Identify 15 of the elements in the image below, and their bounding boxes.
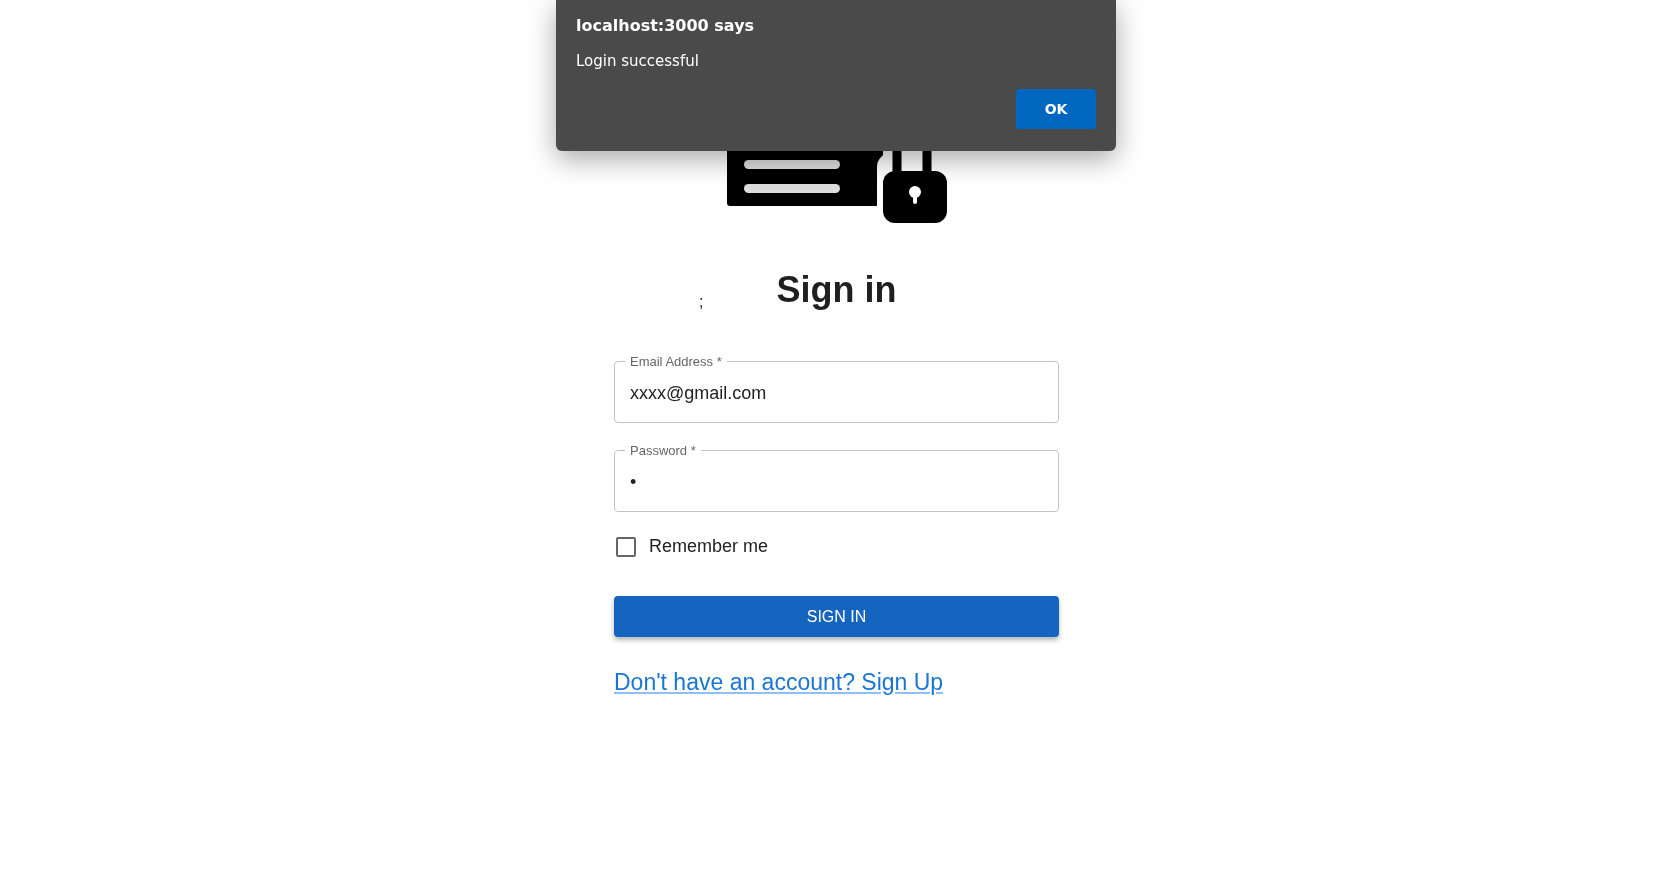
text-field[interactable]: • bbox=[615, 457, 1058, 507]
sign-up-link[interactable]: Don't have an account? Sign Up bbox=[614, 669, 944, 695]
checkbox-label: Remember me bbox=[649, 536, 769, 557]
field-label: Email Address * bbox=[629, 355, 723, 368]
field-label: Password * bbox=[629, 444, 697, 457]
checkbox[interactable] bbox=[616, 536, 636, 557]
sign-in-button[interactable]: SIGN IN bbox=[614, 596, 1059, 637]
page-heading: Sign in bbox=[776, 269, 897, 311]
outlined-text-field[interactable]: Password * • bbox=[614, 444, 1059, 512]
dialog-title: localhost:3000 says bbox=[576, 16, 756, 35]
stray-text: ; bbox=[699, 293, 704, 311]
outlined-text-field[interactable]: Email Address * xxxx@gmail.com bbox=[614, 355, 1059, 423]
ok-button[interactable]: OK bbox=[1016, 89, 1096, 129]
dialog-message: Login successful bbox=[576, 52, 700, 70]
text-field[interactable]: xxxx@gmail.com bbox=[615, 368, 1058, 418]
